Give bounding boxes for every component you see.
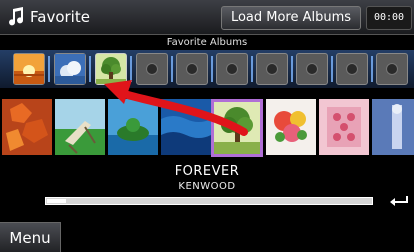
favorite-albums-label: Favorite Albums	[166, 37, 248, 48]
beach-chair-art	[55, 99, 105, 155]
album-cover[interactable]	[2, 99, 52, 155]
slot-divider	[211, 56, 213, 82]
music-note-icon	[9, 7, 24, 26]
album-cover[interactable]	[55, 99, 105, 155]
empty-disc-icon	[226, 63, 238, 75]
favorite-albums-strip	[0, 50, 414, 88]
tree-art	[214, 102, 260, 154]
page-title: Favorite	[30, 8, 90, 26]
return-icon[interactable]	[389, 194, 409, 208]
water-art	[161, 99, 211, 155]
empty-disc-icon	[266, 63, 278, 75]
empty-disc-icon	[146, 63, 158, 75]
empty-disc-icon	[306, 63, 318, 75]
tree-thumbnail	[96, 54, 126, 84]
favorite-slot-tree[interactable]	[95, 53, 127, 85]
album-cover[interactable]	[108, 99, 158, 155]
favorite-slot-empty[interactable]	[376, 53, 408, 85]
load-more-albums-button[interactable]: Load More Albums	[221, 6, 361, 30]
slot-divider	[291, 56, 293, 82]
album-cover-selected[interactable]	[211, 99, 263, 157]
empty-disc-icon	[346, 63, 358, 75]
slot-divider	[89, 56, 91, 82]
empty-disc-icon	[386, 63, 398, 75]
clouds-thumbnail	[55, 54, 85, 84]
favorite-slot-empty[interactable]	[296, 53, 328, 85]
menu-button[interactable]: Menu	[0, 222, 61, 252]
autumn-leaves-art	[2, 99, 52, 155]
album-cover-row	[0, 99, 414, 159]
slot-divider	[171, 56, 173, 82]
slot-divider	[48, 56, 50, 82]
album-cover[interactable]	[319, 99, 369, 155]
favorite-screen: Favorite Load More Albums 00:00 Favorite…	[0, 0, 414, 252]
clock-display: 00:00	[366, 6, 412, 30]
progress-fill	[47, 199, 66, 203]
artist-name: KENWOOD	[178, 181, 236, 192]
album-cover[interactable]	[161, 99, 211, 155]
song-title: FOREVER	[174, 164, 240, 179]
header-bar: Favorite Load More Albums 00:00	[0, 0, 414, 35]
rose-pattern-art	[319, 99, 369, 155]
playback-progress-bar[interactable]	[45, 197, 373, 205]
figure-art	[372, 99, 414, 155]
favorite-slot-empty[interactable]	[256, 53, 288, 85]
favorite-slot-empty[interactable]	[216, 53, 248, 85]
slot-divider	[130, 56, 132, 82]
favorite-slot-empty[interactable]	[136, 53, 168, 85]
sunset-thumbnail	[14, 54, 44, 84]
favorite-slot-clouds[interactable]	[54, 53, 86, 85]
album-cover[interactable]	[266, 99, 316, 155]
favorite-slot-empty[interactable]	[336, 53, 368, 85]
empty-disc-icon	[186, 63, 198, 75]
slot-divider	[331, 56, 333, 82]
slot-divider	[251, 56, 253, 82]
slot-divider	[371, 56, 373, 82]
flowers-art	[266, 99, 316, 155]
album-cover[interactable]	[372, 99, 414, 155]
favorite-slot-sunset[interactable]	[13, 53, 45, 85]
favorite-slot-empty[interactable]	[176, 53, 208, 85]
island-art	[108, 99, 158, 155]
